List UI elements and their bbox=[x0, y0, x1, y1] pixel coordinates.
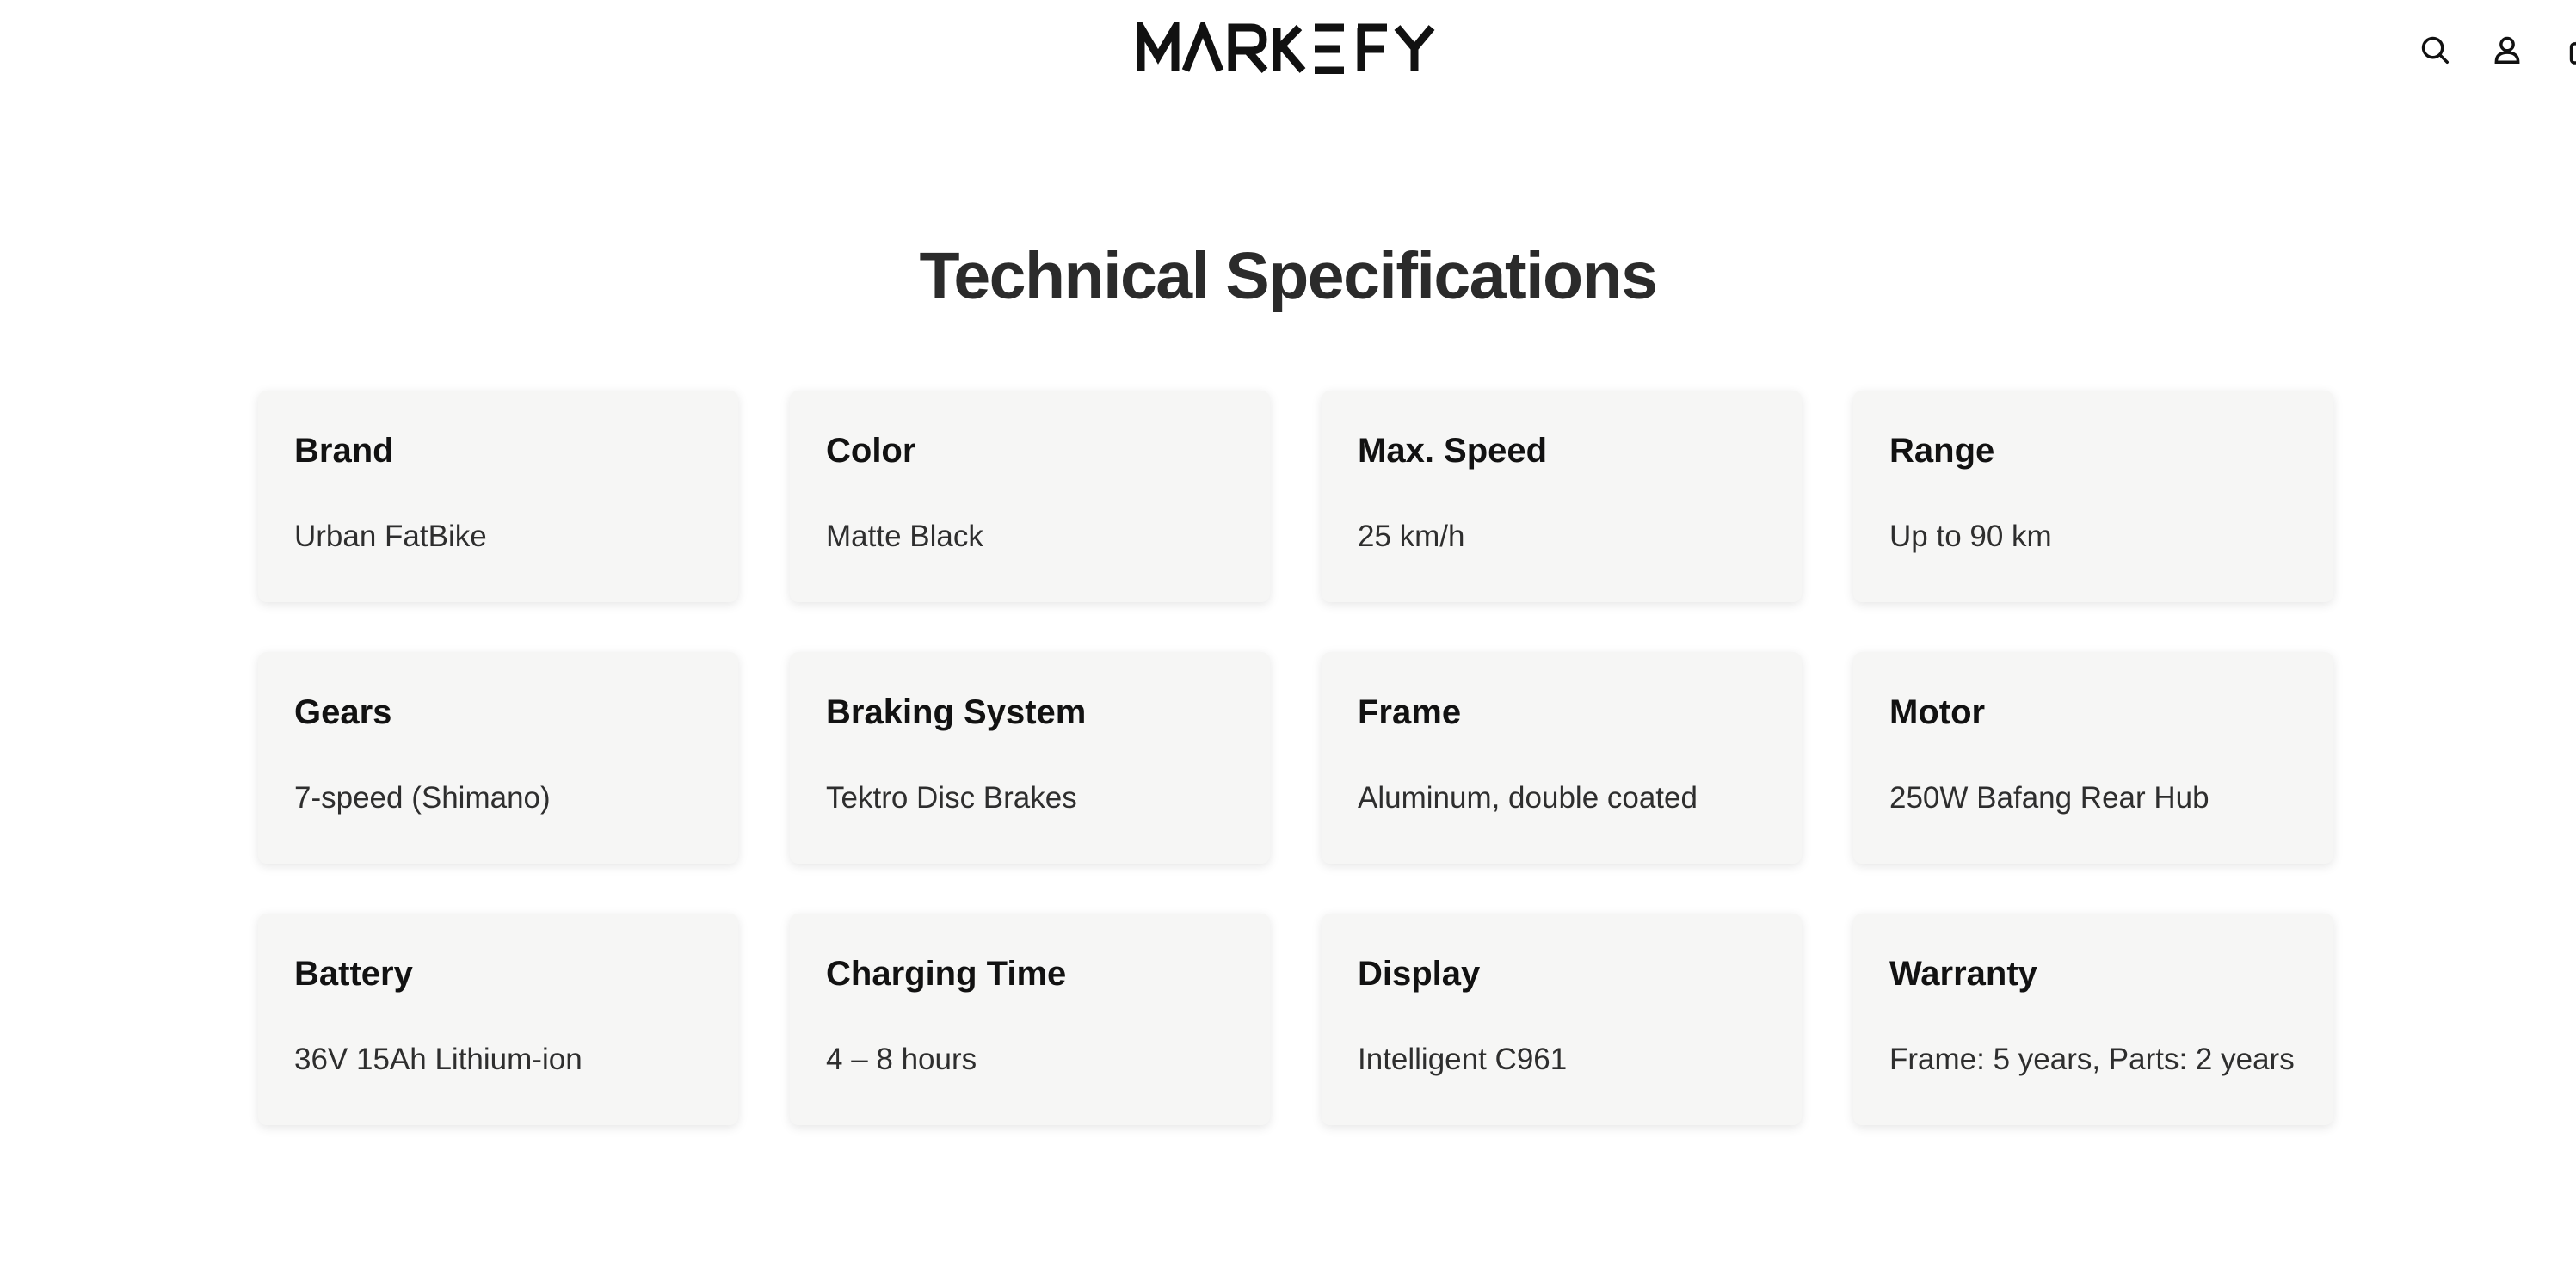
spec-value: Frame: 5 years, Parts: 2 years bbox=[1889, 1043, 2295, 1076]
spec-value: Tektro Disc Brakes bbox=[826, 781, 1077, 815]
spec-label: Display bbox=[1358, 955, 1481, 993]
search-icon[interactable] bbox=[2416, 31, 2454, 69]
spec-label: Range bbox=[1889, 432, 1995, 470]
spec-card-max-speed: Max. Speed 25 km/h bbox=[1322, 391, 1802, 602]
spec-value: 25 km/h bbox=[1358, 520, 1465, 553]
spec-label: Gears bbox=[294, 693, 392, 731]
spec-card-gears: Gears 7-speed (Shimano) bbox=[258, 652, 738, 864]
site-header bbox=[0, 0, 2576, 102]
cart-icon[interactable] bbox=[2564, 31, 2576, 69]
spec-card-range: Range Up to 90 km bbox=[1853, 391, 2333, 602]
spec-value: Intelligent C961 bbox=[1358, 1043, 1568, 1076]
spec-value: 7-speed (Shimano) bbox=[294, 781, 551, 815]
spec-card-frame: Frame Aluminum, double coated bbox=[1322, 652, 1802, 864]
spec-card-charging-time: Charging Time 4 – 8 hours bbox=[790, 914, 1270, 1125]
spec-value: Aluminum, double coated bbox=[1358, 781, 1698, 815]
spec-value: Urban FatBike bbox=[294, 520, 487, 553]
spec-card-brand: Brand Urban FatBike bbox=[258, 391, 738, 602]
spec-value: Matte Black bbox=[826, 520, 983, 553]
markefy-logo[interactable] bbox=[1137, 22, 1456, 74]
spec-label: Motor bbox=[1889, 693, 1986, 731]
spec-label: Color bbox=[826, 432, 916, 470]
spec-label: Frame bbox=[1358, 693, 1462, 731]
spec-label: Warranty bbox=[1889, 955, 2037, 993]
spec-label: Braking System bbox=[826, 693, 1087, 731]
spec-card-warranty: Warranty Frame: 5 years, Parts: 2 years bbox=[1853, 914, 2333, 1125]
spec-card-motor: Motor 250W Bafang Rear Hub bbox=[1853, 652, 2333, 864]
spec-value: Up to 90 km bbox=[1889, 520, 2052, 553]
spec-value: 36V 15Ah Lithium-ion bbox=[294, 1043, 582, 1076]
spec-card-color: Color Matte Black bbox=[790, 391, 1270, 602]
spec-value: 250W Bafang Rear Hub bbox=[1889, 781, 2209, 815]
spec-label: Brand bbox=[294, 432, 394, 470]
spec-label: Max. Speed bbox=[1358, 432, 1548, 470]
spec-label: Charging Time bbox=[826, 955, 1067, 993]
spec-card-braking-system: Braking System Tektro Disc Brakes bbox=[790, 652, 1270, 864]
spec-card-display: Display Intelligent C961 bbox=[1322, 914, 1802, 1125]
spec-card-battery: Battery 36V 15Ah Lithium-ion bbox=[258, 914, 738, 1125]
page-title: Technical Specifications bbox=[919, 239, 1658, 313]
account-icon[interactable] bbox=[2488, 31, 2526, 69]
spec-value: 4 – 8 hours bbox=[826, 1043, 977, 1076]
spec-label: Battery bbox=[294, 955, 413, 993]
